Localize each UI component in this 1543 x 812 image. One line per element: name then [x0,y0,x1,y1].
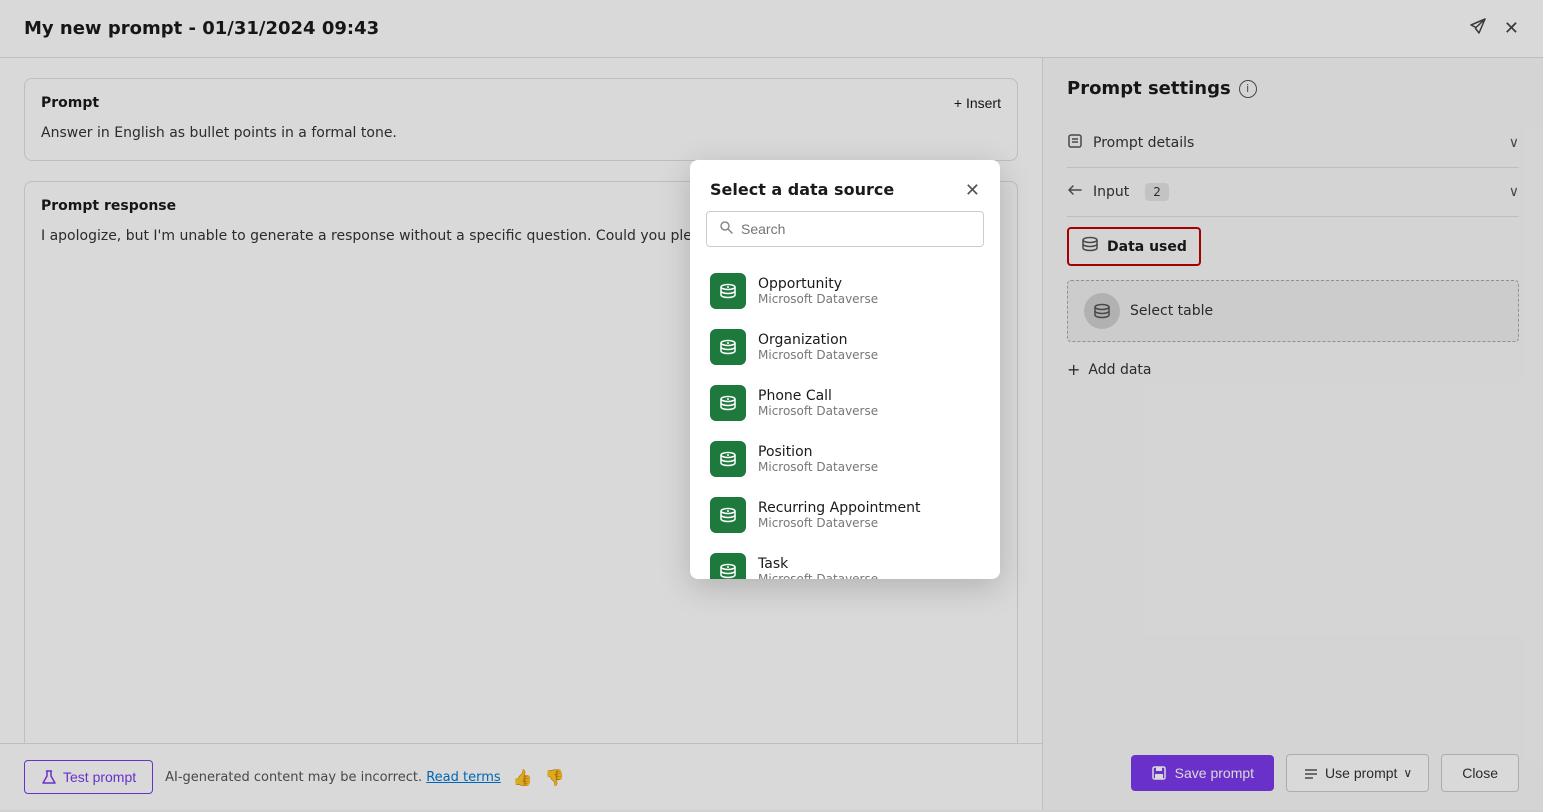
dataverse-icon [710,497,746,533]
modal-list-item[interactable]: Opportunity Microsoft Dataverse [690,263,1000,319]
modal-list-item[interactable]: Position Microsoft Dataverse [690,431,1000,487]
modal-title: Select a data source [710,180,894,199]
dataverse-icon [710,441,746,477]
item-source: Microsoft Dataverse [758,572,878,579]
item-name: Opportunity [758,276,878,292]
modal-list: Opportunity Microsoft Dataverse Organiza… [690,259,1000,579]
item-name: Task [758,556,878,572]
dataverse-icon [710,385,746,421]
modal-header: Select a data source ✕ [690,160,1000,211]
modal-list-item[interactable]: Phone Call Microsoft Dataverse [690,375,1000,431]
item-name: Position [758,444,878,460]
modal-search-box[interactable] [706,211,984,247]
modal-overlay[interactable]: Select a data source ✕ Opportunity [0,0,1543,812]
dataverse-icon [710,329,746,365]
item-source: Microsoft Dataverse [758,348,878,362]
item-source: Microsoft Dataverse [758,460,878,474]
search-input[interactable] [741,221,971,237]
data-source-modal: Select a data source ✕ Opportunity [690,160,1000,579]
modal-list-item[interactable]: Organization Microsoft Dataverse [690,319,1000,375]
item-source: Microsoft Dataverse [758,292,878,306]
modal-close-button[interactable]: ✕ [965,181,980,199]
modal-list-item[interactable]: Task Microsoft Dataverse [690,543,1000,579]
search-icon [719,220,733,238]
item-source: Microsoft Dataverse [758,516,920,530]
item-name: Organization [758,332,878,348]
modal-list-item[interactable]: Recurring Appointment Microsoft Datavers… [690,487,1000,543]
dataverse-icon [710,273,746,309]
item-name: Recurring Appointment [758,500,920,516]
item-name: Phone Call [758,388,878,404]
dataverse-icon [710,553,746,579]
item-source: Microsoft Dataverse [758,404,878,418]
